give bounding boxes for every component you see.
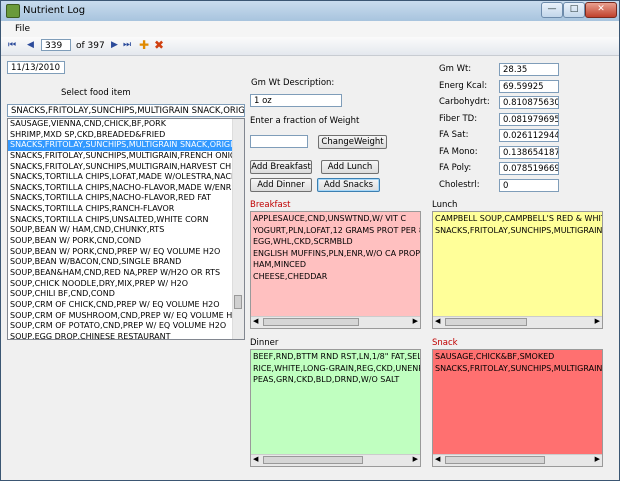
snack-panel[interactable]: SAUSAGE,CHICK&BF,SMOKED SNACKS,FRITOLAY,S…	[432, 349, 603, 467]
scrollbar-thumb[interactable]	[234, 295, 242, 309]
food-list-item[interactable]: SOUP,BEAN W/ PORK,CND,COND	[8, 236, 236, 247]
nutrient-value-field[interactable]: 28.35	[499, 63, 559, 76]
add-breakfast-button[interactable]: Add Breakfast	[250, 160, 312, 174]
food-list-item[interactable]: SOUP,CHICK NOODLE,DRY,MIX,PREP W/ H2O	[8, 279, 236, 290]
food-list-item[interactable]: SOUP,BEAN W/BACON,CND,SINGLE BRAND	[8, 257, 236, 268]
change-weight-button[interactable]: ChangeWeight	[318, 135, 387, 149]
food-list-item[interactable]: SOUP,EGG DROP,CHINESE RESTAURANT	[8, 332, 236, 339]
dinner-item[interactable]: RICE,WHITE,LONG-GRAIN,REG,CKD,UNENR,W	[251, 362, 420, 374]
nutrient-value-field[interactable]: 0.138654187087	[499, 145, 559, 159]
move-first-icon[interactable]: ⏮	[8, 40, 16, 50]
food-list-item[interactable]: SOUP,CRM OF CHICK,CND,PREP W/ EQ VOLUME …	[8, 300, 236, 311]
dinner-item[interactable]: BEEF,RND,BTTM RND RST,LN,1/8" FAT,SEL,C	[251, 350, 420, 362]
food-list-item[interactable]: SOUP,BEAN&HAM,CND,RED NA,PREP W/H2O OR R…	[8, 268, 236, 279]
menu-bar: File	[1, 21, 619, 37]
add-snacks-button[interactable]: Add Snacks	[317, 178, 380, 192]
add-new-icon[interactable]: ✚	[139, 38, 149, 52]
snack-scrollbar[interactable]: ◀ ▶	[433, 454, 602, 466]
nutrient-label: Fiber TD:	[439, 113, 478, 124]
nutrient-value-field[interactable]: 0.81087563025	[499, 96, 559, 109]
nutrient-label: FA Sat:	[439, 130, 469, 140]
minimize-button[interactable]: —	[541, 2, 563, 18]
nutrient-value-field[interactable]: 0.078519669637	[499, 162, 559, 175]
nutrient-label: Gm Wt:	[439, 64, 472, 74]
date-field[interactable]: 11/13/2010	[7, 61, 65, 74]
maximize-button[interactable]: □	[563, 2, 585, 18]
breakfast-item[interactable]: EGG,WHL,CKD,SCRMBLD	[251, 235, 420, 247]
food-list-item[interactable]: SNACKS,TORTILLA CHIPS,LOFAT,MADE W/OLEST…	[8, 172, 236, 183]
food-list-item[interactable]: SOUP,CRM OF MUSHROOM,CND,PREP W/ EQ VOLU…	[8, 311, 236, 322]
menu-file[interactable]: File	[15, 24, 30, 34]
close-button[interactable]: ✕	[585, 2, 617, 18]
nutrient-label: FA Poly:	[439, 163, 472, 173]
food-list-scrollbar[interactable]	[232, 119, 244, 339]
breakfast-item[interactable]: ENGLISH MUFFINS,PLN,ENR,W/O CA PROP (I	[251, 247, 420, 259]
food-list-item[interactable]: SOUP,CRM OF POTATO,CND,PREP W/ EQ VOLUME…	[8, 321, 236, 332]
food-list-item[interactable]: SOUP,BEAN W/ HAM,CND,CHUNKY,RTS	[8, 225, 236, 236]
app-icon	[6, 4, 20, 18]
food-list-item[interactable]: SOUP,BEAN W/ PORK,CND,PREP W/ EQ VOLUME …	[8, 247, 236, 258]
food-list-item[interactable]: SOUP,CHILI BF,CND,COND	[8, 289, 236, 300]
nutrient-value-field[interactable]: 0.026112944025	[499, 129, 559, 142]
delete-icon[interactable]: ✖	[154, 38, 164, 52]
lunch-item[interactable]: SNACKS,FRITOLAY,SUNCHIPS,MULTIGRAIN	[433, 224, 602, 236]
food-list-item[interactable]: SNACKS,TORTILLA CHIPS,NACHO-FLAVOR,MADE …	[8, 183, 236, 194]
dinner-scrollbar[interactable]: ◀ ▶	[251, 454, 420, 466]
food-list-item[interactable]: SNACKS,TORTILLA CHIPS,NACHO-FLAVOR,RED F…	[8, 193, 236, 204]
snack-title: Snack	[432, 338, 458, 348]
food-list-item[interactable]: SHRIMP,MXD SP,CKD,BREADED&FRIED	[8, 130, 236, 141]
nutrient-label: FA Mono:	[439, 146, 478, 157]
main-window: Nutrient Log — □ ✕ File ⏮ ◀ 339 of 397 ▶…	[0, 0, 620, 481]
breakfast-scrollbar[interactable]: ◀ ▶	[251, 316, 420, 328]
nutrient-label: Energ Kcal:	[439, 80, 488, 91]
food-search-input[interactable]: SNACKS,FRITOLAY,SUNCHIPS,MULTIGRAIN SNAC…	[7, 104, 245, 117]
breakfast-panel[interactable]: APPLESAUCE,CND,UNSWTND,W/ VIT C YOGURT,PL…	[250, 211, 421, 329]
fraction-label: Enter a fraction of Weight	[250, 116, 360, 126]
food-list-item[interactable]: SNACKS,FRITOLAY,SUNCHIPS,MULTIGRAIN,HARV…	[8, 162, 236, 173]
window-title: Nutrient Log	[23, 5, 86, 16]
nutrient-value-field[interactable]: 69.59925	[499, 79, 559, 93]
lunch-scrollbar[interactable]: ◀ ▶	[433, 316, 602, 328]
food-list-item[interactable]: SAUSAGE,VIENNA,CND,CHICK,BF,PORK	[8, 119, 236, 130]
lunch-item[interactable]: CAMPBELL SOUP,CAMPBELL'S RED & WHITE	[433, 212, 602, 224]
dinner-panel[interactable]: BEEF,RND,BTTM RND RST,LN,1/8" FAT,SEL,C R…	[250, 349, 421, 467]
move-previous-icon[interactable]: ◀	[27, 40, 34, 50]
food-list-item[interactable]: SNACKS,TORTILLA CHIPS,RANCH-FLAVOR	[8, 204, 236, 215]
breakfast-item[interactable]: HAM,MINCED	[251, 258, 420, 270]
nutrient-label: Carbohydrt:	[439, 97, 490, 107]
binding-navigator: ⏮ ◀ 339 of 397 ▶ ⏭ ✚ ✖	[1, 37, 619, 56]
breakfast-item[interactable]: APPLESAUCE,CND,UNSWTND,W/ VIT C	[251, 212, 420, 224]
move-last-icon[interactable]: ⏭	[123, 40, 131, 50]
food-list-item[interactable]: SNACKS,FRITOLAY,SUNCHIPS,MULTIGRAIN,FREN…	[8, 151, 236, 162]
fraction-input[interactable]	[250, 135, 308, 148]
nutrient-label: Cholestrl:	[439, 179, 480, 190]
breakfast-item[interactable]: CHEESE,CHEDDAR	[251, 270, 420, 282]
food-list-item[interactable]: SNACKS,FRITOLAY,SUNCHIPS,MULTIGRAIN SNAC…	[8, 140, 236, 151]
snack-item[interactable]: SAUSAGE,CHICK&BF,SMOKED	[433, 350, 602, 362]
nutrient-value-field[interactable]: 0.081979695	[499, 112, 559, 126]
add-dinner-button[interactable]: Add Dinner	[250, 178, 312, 192]
add-lunch-button[interactable]: Add Lunch	[321, 160, 379, 174]
breakfast-item[interactable]: YOGURT,PLN,LOFAT,12 GRAMS PROT PER 8	[251, 224, 420, 236]
gm-wt-desc-label: Gm Wt Description:	[251, 78, 335, 88]
select-food-label: Select food item	[61, 88, 131, 98]
position-field[interactable]: 339	[41, 39, 71, 51]
breakfast-title: Breakfast	[250, 200, 291, 210]
title-bar[interactable]: Nutrient Log — □ ✕	[1, 1, 619, 22]
lunch-panel[interactable]: CAMPBELL SOUP,CAMPBELL'S RED & WHITE SNAC…	[432, 211, 603, 329]
food-list[interactable]: SAUSAGE,VIENNA,CND,CHICK,BF,PORK SHRIMP,M…	[7, 118, 245, 340]
dinner-title: Dinner	[250, 338, 279, 348]
snack-item[interactable]: SNACKS,FRITOLAY,SUNCHIPS,MULTIGRAIN	[433, 362, 602, 374]
gm-wt-desc-field[interactable]: 1 oz	[250, 94, 342, 107]
nutrient-value-field[interactable]: 0	[499, 178, 559, 192]
food-list-items: SAUSAGE,VIENNA,CND,CHICK,BF,PORK SHRIMP,M…	[8, 119, 244, 339]
food-list-item[interactable]: SNACKS,TORTILLA CHIPS,UNSALTED,WHITE COR…	[8, 215, 236, 226]
move-next-icon[interactable]: ▶	[111, 40, 118, 50]
record-count: of 397	[76, 41, 105, 51]
lunch-title: Lunch	[432, 200, 458, 210]
dinner-item[interactable]: PEAS,GRN,CKD,BLD,DRND,W/O SALT	[251, 373, 420, 385]
